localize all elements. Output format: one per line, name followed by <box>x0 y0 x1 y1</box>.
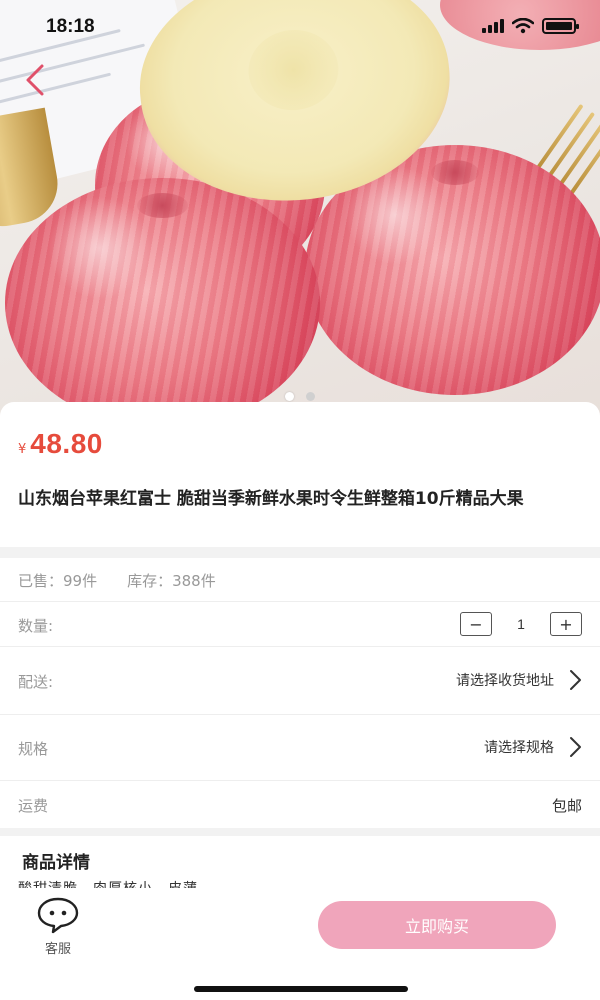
delivery-value: 请选择收货地址 <box>456 673 554 689</box>
battery-icon <box>542 18 579 34</box>
details-title: 商品详情 <box>22 853 90 873</box>
quantity-minus-button[interactable]: − <box>460 612 492 636</box>
stock-count: 库存：388件 <box>127 572 216 590</box>
quantity-value[interactable]: 1 <box>492 616 550 632</box>
spec-row[interactable]: 规格 请选择规格 <box>0 715 600 781</box>
product-price: ¥ 48.80 <box>18 428 103 460</box>
status-time: 18:18 <box>46 16 95 37</box>
home-indicator[interactable] <box>194 986 408 992</box>
carousel-dot[interactable] <box>306 392 315 401</box>
carousel-dot-active[interactable] <box>285 392 294 401</box>
customer-service-label: 客服 <box>44 942 71 957</box>
status-bar: 18:18 <box>0 0 600 56</box>
currency-symbol: ¥ <box>18 442 27 457</box>
product-options: 已售：99件 库存：388件 数量: − 1 + 配送: 请选择收货地址 规格 … <box>0 558 600 828</box>
quantity-plus-button[interactable]: + <box>550 612 582 636</box>
bottom-action-bar: 客服 立即购买 <box>0 888 600 964</box>
spec-label: 规格 <box>18 740 49 758</box>
price-value: 48.80 <box>30 428 103 459</box>
spec-value: 请选择规格 <box>484 740 554 756</box>
wifi-icon <box>512 18 534 34</box>
shipping-row: 运费 包邮 <box>0 781 600 828</box>
delivery-row[interactable]: 配送: 请选择收货地址 <box>0 647 600 715</box>
sold-count: 已售：99件 <box>18 572 98 590</box>
carousel-indicator <box>0 392 600 401</box>
signal-icon <box>482 19 504 33</box>
product-info-card: ¥ 48.80 山东烟台苹果红富士 脆甜当季新鲜水果时令生鲜整箱10斤精品大果 <box>0 402 600 547</box>
shipping-value: 包邮 <box>551 797 582 815</box>
quantity-label: 数量: <box>18 617 54 635</box>
product-title: 山东烟台苹果红富士 脆甜当季新鲜水果时令生鲜整箱10斤精品大果 <box>18 489 524 509</box>
chevron-right-icon <box>570 737 581 757</box>
quantity-row: 数量: − 1 + <box>0 602 600 647</box>
shipping-label: 运费 <box>18 797 49 815</box>
home-indicator-area <box>0 964 600 1000</box>
customer-service-button[interactable]: 客服 <box>30 896 86 957</box>
customer-service-icon <box>37 897 79 934</box>
apple-left <box>5 178 320 420</box>
sales-row: 已售：99件 库存：388件 <box>0 558 600 602</box>
product-image-carousel[interactable]: 18:18 <box>0 0 600 420</box>
buy-now-button[interactable]: 立即购买 <box>318 901 556 949</box>
delivery-label: 配送: <box>18 673 54 691</box>
back-arrow-icon[interactable] <box>18 62 54 98</box>
quantity-stepper: − 1 + <box>460 612 582 636</box>
chevron-right-icon <box>570 670 581 690</box>
